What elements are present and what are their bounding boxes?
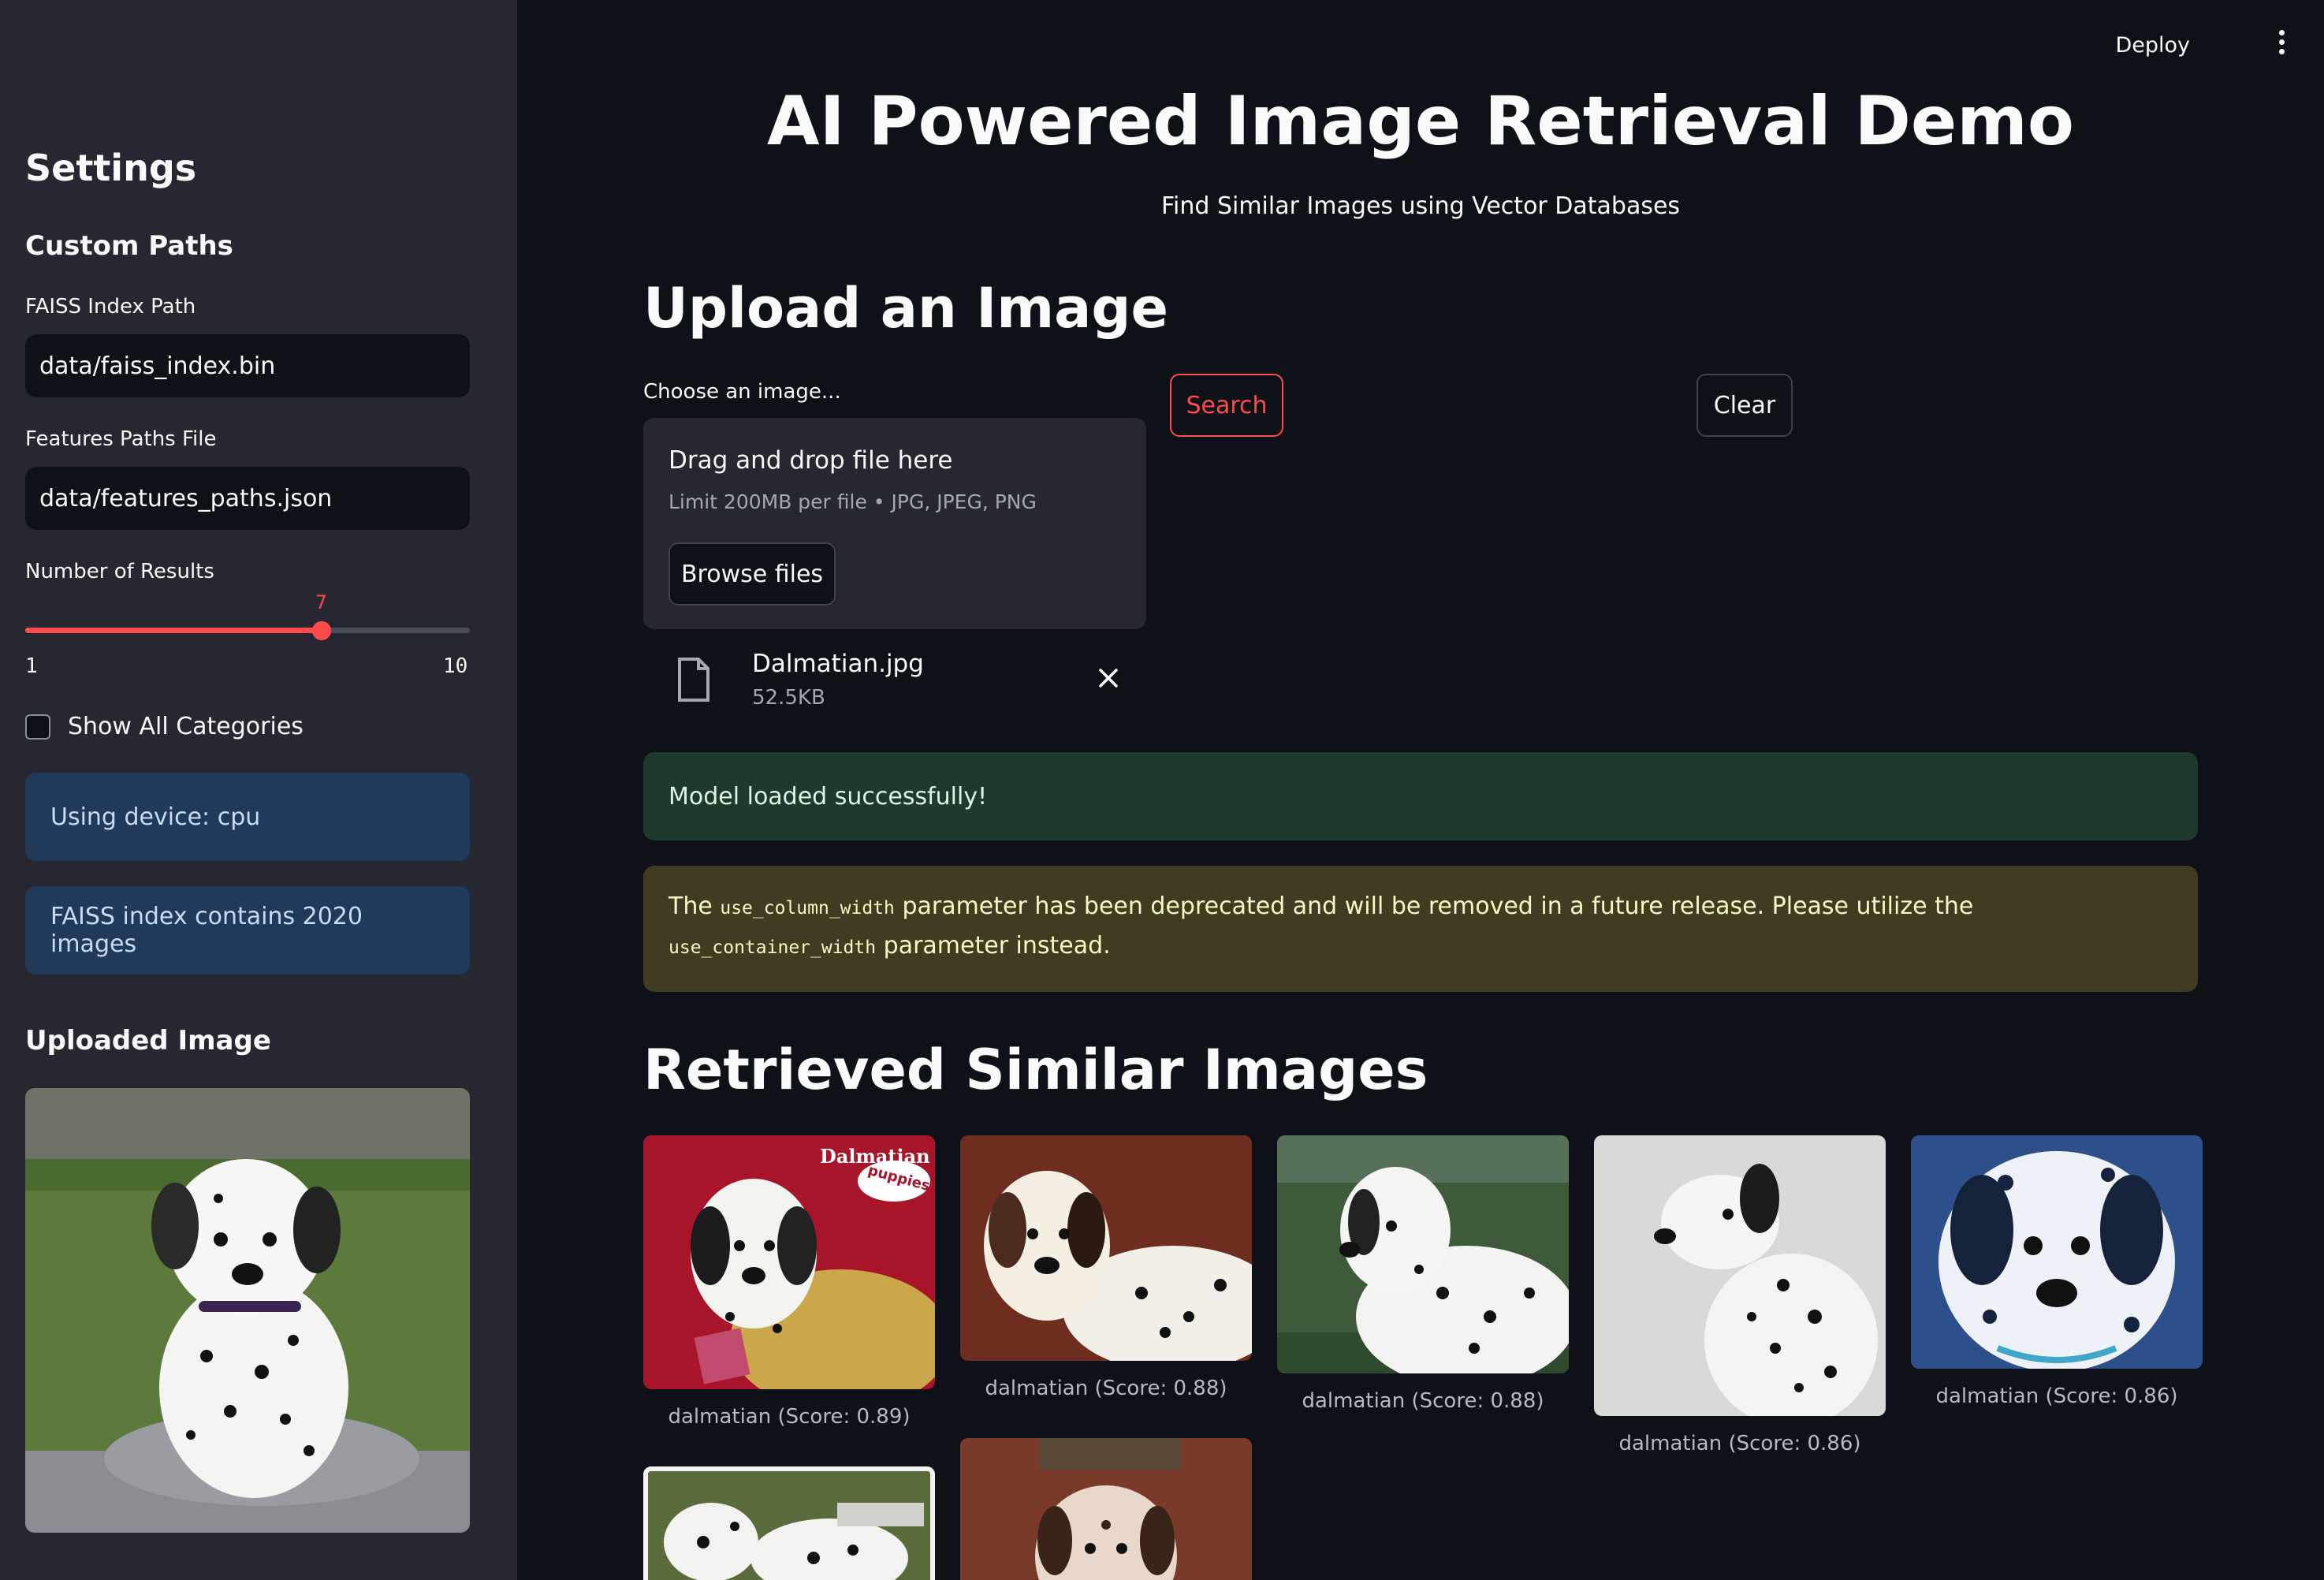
features-path-label: Features Paths File bbox=[25, 427, 217, 451]
show-all-categories-label: Show All Categories bbox=[68, 713, 304, 740]
kebab-menu-icon[interactable] bbox=[2277, 30, 2286, 57]
show-all-categories-row[interactable]: Show All Categories bbox=[25, 713, 304, 740]
page-title: AI Powered Image Retrieval Demo bbox=[767, 82, 2074, 161]
num-results-slider[interactable] bbox=[25, 628, 470, 633]
result-caption: dalmatian (Score: 0.86) bbox=[1618, 1432, 1861, 1455]
device-info-text: Using device: cpu bbox=[50, 803, 261, 831]
deploy-button[interactable]: Deploy bbox=[2115, 33, 2190, 58]
slider-thumb[interactable] bbox=[312, 621, 332, 640]
device-info-box: Using device: cpu bbox=[25, 773, 470, 861]
file-name: Dalmatian.jpg bbox=[752, 650, 924, 678]
uploaded-file-row: Dalmatian.jpg 52.5KB bbox=[643, 642, 1146, 721]
slider-max-label: 10 bbox=[443, 654, 468, 678]
num-results-label: Number of Results bbox=[25, 560, 214, 583]
features-path-input[interactable]: data/features_paths.json bbox=[25, 467, 470, 530]
index-info-box: FAISS index contains 2020 images bbox=[25, 886, 470, 974]
warning-text-pre: The bbox=[669, 892, 721, 920]
result-caption: dalmatian (Score: 0.86) bbox=[1935, 1384, 2178, 1408]
warning-code-container-width: use_container_width bbox=[669, 937, 877, 958]
result-image: Dalmatian puppies bbox=[643, 1135, 935, 1389]
clear-button[interactable]: Clear bbox=[1696, 374, 1793, 437]
file-dropzone[interactable]: Drag and drop file here Limit 200MB per … bbox=[643, 418, 1146, 629]
result-image bbox=[1911, 1135, 2203, 1369]
upload-label: Choose an image... bbox=[643, 380, 841, 404]
browse-files-button[interactable]: Browse files bbox=[669, 542, 836, 606]
result-caption: dalmatian (Score: 0.88) bbox=[985, 1377, 1227, 1400]
dropzone-limit: Limit 200MB per file • JPG, JPEG, PNG bbox=[669, 490, 1037, 513]
sidebar: Settings Custom Paths FAISS Index Path d… bbox=[0, 0, 517, 1580]
page-subtitle: Find Similar Images using Vector Databas… bbox=[1160, 192, 1681, 220]
slider-current-value: 7 bbox=[315, 591, 327, 613]
result-caption: dalmatian (Score: 0.88) bbox=[1302, 1389, 1544, 1413]
upload-header: Upload an Image bbox=[643, 276, 1168, 341]
uploaded-image-header: Uploaded Image bbox=[25, 1025, 271, 1056]
deprecation-warning: The use_column_width parameter has been … bbox=[643, 866, 2198, 992]
remove-file-icon[interactable] bbox=[1093, 662, 1124, 694]
slider-min-label: 1 bbox=[25, 654, 38, 678]
result-image bbox=[960, 1135, 1252, 1361]
custom-paths-header: Custom Paths bbox=[25, 230, 233, 262]
faiss-path-value: data/faiss_index.bin bbox=[39, 352, 276, 380]
warning-code-column-width: use_column_width bbox=[720, 898, 895, 919]
results-header: Retrieved Similar Images bbox=[643, 1038, 1428, 1102]
features-path-value: data/features_paths.json bbox=[39, 484, 333, 512]
uploaded-image bbox=[25, 1088, 470, 1533]
result-image bbox=[1594, 1135, 1886, 1416]
file-icon bbox=[678, 658, 709, 702]
search-button[interactable]: Search bbox=[1170, 374, 1283, 437]
result-image bbox=[960, 1438, 1252, 1580]
slider-fill bbox=[25, 628, 322, 633]
result-caption: dalmatian (Score: 0.89) bbox=[668, 1405, 911, 1429]
dropzone-title: Drag and drop file here bbox=[669, 446, 953, 475]
success-alert-text: Model loaded successfully! bbox=[669, 782, 988, 810]
uploaded-dalmatian-image bbox=[25, 1088, 470, 1533]
faiss-path-input[interactable]: data/faiss_index.bin bbox=[25, 334, 470, 397]
faiss-path-label: FAISS Index Path bbox=[25, 295, 196, 319]
warning-text-post: parameter instead. bbox=[876, 932, 1111, 960]
main-content: Deploy AI Powered Image Retrieval Demo F… bbox=[517, 0, 2324, 1580]
result-image bbox=[1277, 1135, 1569, 1373]
warning-text-mid: parameter has been deprecated and will b… bbox=[894, 892, 1974, 920]
success-alert: Model loaded successfully! bbox=[643, 752, 2198, 840]
file-size: 52.5KB bbox=[752, 686, 825, 710]
result-image bbox=[643, 1466, 935, 1580]
streamlit-app: Settings Custom Paths FAISS Index Path d… bbox=[0, 0, 2324, 1580]
sidebar-title: Settings bbox=[25, 147, 197, 189]
show-all-categories-checkbox[interactable] bbox=[25, 714, 50, 740]
index-info-text: FAISS index contains 2020 images bbox=[50, 903, 363, 958]
